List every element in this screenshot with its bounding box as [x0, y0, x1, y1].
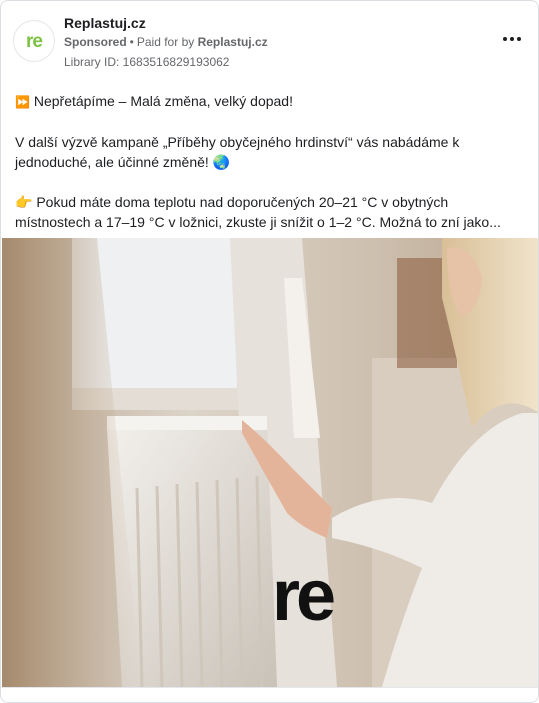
page-avatar[interactable]: re [13, 20, 55, 62]
brand-logo-overlay: re [272, 556, 336, 636]
paid-for-by-label: Paid for by [136, 35, 195, 49]
more-options-icon[interactable] [500, 29, 524, 49]
globe-emoji: 🌏 [212, 154, 231, 170]
sponsor-meta: Sponsored • Paid for by Replastuj.cz [64, 35, 268, 49]
paragraph-3-line-1: Pokud máte doma teplotu nad doporučených… [36, 194, 449, 210]
post-header: re Replastuj.cz Sponsored • Paid for by Re… [13, 13, 528, 71]
post-footer [2, 687, 538, 702]
avatar-logo-text: re [26, 30, 43, 52]
ad-card: re Replastuj.cz Sponsored • Paid for by Re… [0, 0, 539, 703]
pointing-hand-emoji: 👉 [15, 194, 33, 210]
paragraph-3-line-2[interactable]: místnostech a 17–19 °C v ložnici, zkuste… [15, 214, 501, 230]
headline-text: Nepřetápíme – Malá změna, velký dopad! [33, 93, 293, 109]
page-name-link[interactable]: Replastuj.cz [64, 15, 146, 31]
radiator-photo [2, 238, 538, 687]
sponsored-label: Sponsored [64, 35, 127, 49]
post-body: ⏩ Nepřetápíme – Malá změna, velký dopad!… [15, 91, 525, 232]
paragraph-2-text: V další výzvě kampaně „Příběhy obyčejnéh… [15, 134, 460, 170]
post-headline: ⏩ Nepřetápíme – Malá změna, velký dopad! [15, 91, 525, 112]
payer-name: Replastuj.cz [197, 35, 268, 49]
ad-image[interactable]: re [2, 238, 538, 687]
library-id: Library ID: 1683516829193062 [64, 55, 230, 69]
meta-separator: • [129, 35, 134, 49]
post-paragraph-3: 👉 Pokud máte doma teplotu nad doporučený… [15, 192, 525, 232]
post-paragraph-2: V další výzvě kampaně „Příběhy obyčejnéh… [15, 132, 525, 172]
fast-forward-emoji: ⏩ [15, 95, 30, 109]
